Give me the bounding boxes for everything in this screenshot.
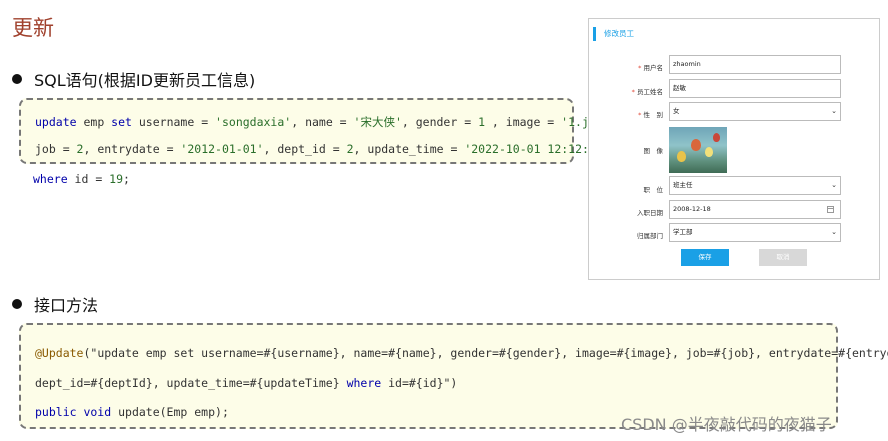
method-line-3: public void update(Emp emp); [35, 405, 229, 419]
sql-line-3: where id = 19; [33, 172, 130, 186]
method-line-1: @Update("update emp set username=#{usern… [35, 346, 888, 360]
chevron-down-icon: ⌄ [831, 107, 837, 115]
sql-line-1: update emp set username = 'songdaxia', n… [35, 115, 624, 129]
sql-code-block: update emp set username = 'songdaxia', n… [19, 98, 624, 164]
username-input[interactable]: zhaomin [669, 55, 841, 74]
method-heading: 接口方法 [12, 292, 98, 316]
watermark: CSDN @半夜敲代码的夜猫子 [621, 415, 832, 434]
save-button[interactable]: 保存 [681, 249, 729, 266]
method-heading-text: 接口方法 [34, 296, 99, 315]
dept-label: 归属部门 [637, 232, 663, 240]
gender-label: * 性 别 [638, 111, 663, 119]
entrydate-input[interactable]: 2008-12-18 [669, 200, 841, 219]
chevron-down-icon: ⌄ [831, 181, 837, 189]
image-label: 图 像 [643, 147, 664, 155]
dept-select[interactable]: 学工部 ⌄ [669, 223, 841, 242]
job-label: 职 位 [643, 186, 664, 194]
form-title: 修改员工 [593, 27, 634, 41]
job-select[interactable]: 班主任 ⌄ [669, 176, 841, 195]
name-input[interactable]: 赵敏 [669, 79, 841, 98]
sql-heading: SQL语句(根据ID更新员工信息) [12, 67, 255, 91]
bullet-icon [12, 299, 22, 309]
page-title: 更新 [12, 16, 54, 40]
sql-line-2: job = 2, entrydate = '2012-01-01', dept_… [35, 142, 610, 156]
username-label: * 用户名 [638, 64, 663, 72]
employee-photo[interactable] [669, 127, 727, 173]
method-line-2: dept_id=#{deptId}, update_time=#{updateT… [35, 376, 458, 390]
gender-select[interactable]: 女 ⌄ [669, 102, 841, 121]
bullet-icon [12, 74, 22, 84]
edit-employee-form: 修改员工 * 用户名 zhaomin * 员工姓名 赵敏 * 性 别 女 ⌄ 图 … [588, 18, 880, 280]
sql-heading-text: SQL语句(根据ID更新员工信息) [34, 71, 256, 90]
name-label: * 员工姓名 [631, 88, 663, 96]
calendar-icon[interactable] [827, 206, 834, 213]
chevron-down-icon: ⌄ [831, 228, 837, 236]
entrydate-label: 入职日期 [637, 209, 663, 217]
cancel-button[interactable]: 取消 [759, 249, 807, 266]
